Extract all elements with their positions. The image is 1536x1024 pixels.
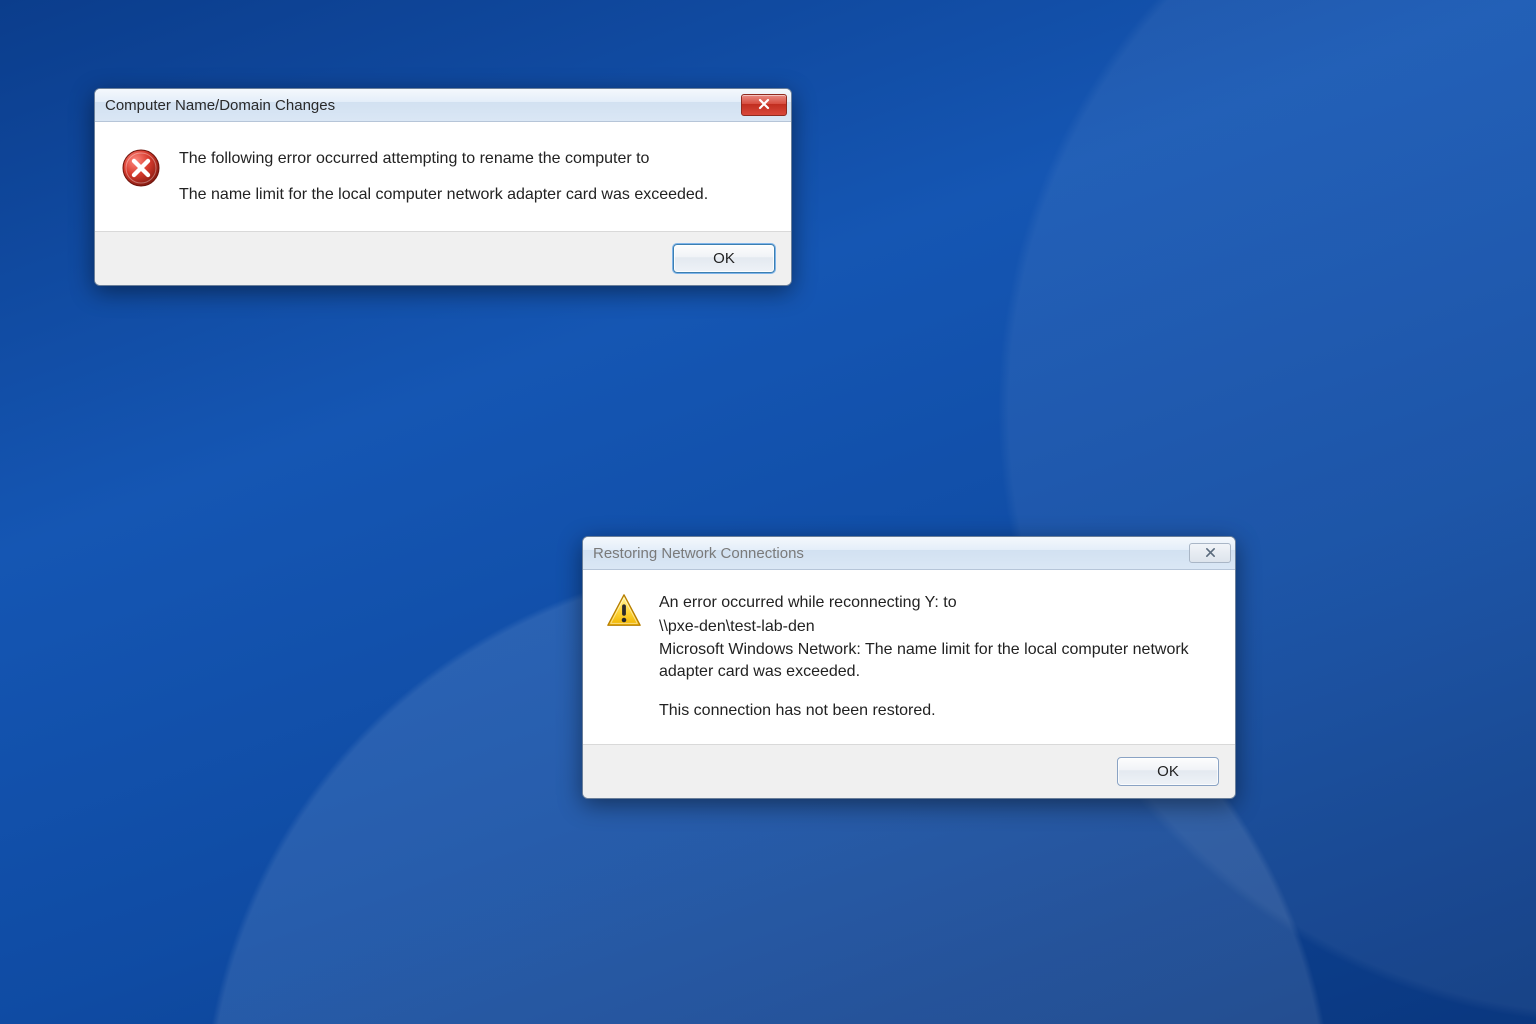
titlebar-text: Restoring Network Connections — [593, 545, 1189, 562]
dialog-footer: OK — [95, 231, 791, 285]
warning-icon — [605, 592, 643, 722]
dialog-content: An error occurred while reconnecting Y: … — [583, 570, 1235, 744]
titlebar[interactable]: Restoring Network Connections — [583, 537, 1235, 570]
message-line-2: Microsoft Windows Network: The name limi… — [659, 639, 1207, 682]
titlebar-text: Computer Name/Domain Changes — [105, 97, 741, 114]
message-column: The following error occurred attempting … — [179, 148, 761, 205]
ok-button[interactable]: OK — [1117, 757, 1219, 786]
message-line-3: This connection has not been restored. — [659, 700, 1207, 722]
message-line-2: The name limit for the local computer ne… — [179, 184, 761, 206]
warning-dialog-network: Restoring Network Connections — [582, 536, 1236, 799]
dialog-footer: OK — [583, 744, 1235, 798]
close-button[interactable] — [741, 94, 787, 116]
close-icon — [1205, 547, 1216, 560]
message-column: An error occurred while reconnecting Y: … — [659, 592, 1207, 722]
close-icon — [758, 98, 770, 112]
error-dialog-rename: Computer Name/Domain Changes — [94, 88, 792, 286]
message-line-1: The following error occurred attempting … — [179, 148, 761, 170]
close-button[interactable] — [1189, 543, 1231, 563]
message-path: \\pxe-den\test-lab-den — [659, 616, 1207, 638]
ok-button[interactable]: OK — [673, 244, 775, 273]
error-icon — [121, 148, 161, 205]
message-line-1: An error occurred while reconnecting Y: … — [659, 592, 1207, 614]
dialog-content: The following error occurred attempting … — [95, 122, 791, 231]
titlebar[interactable]: Computer Name/Domain Changes — [95, 89, 791, 122]
